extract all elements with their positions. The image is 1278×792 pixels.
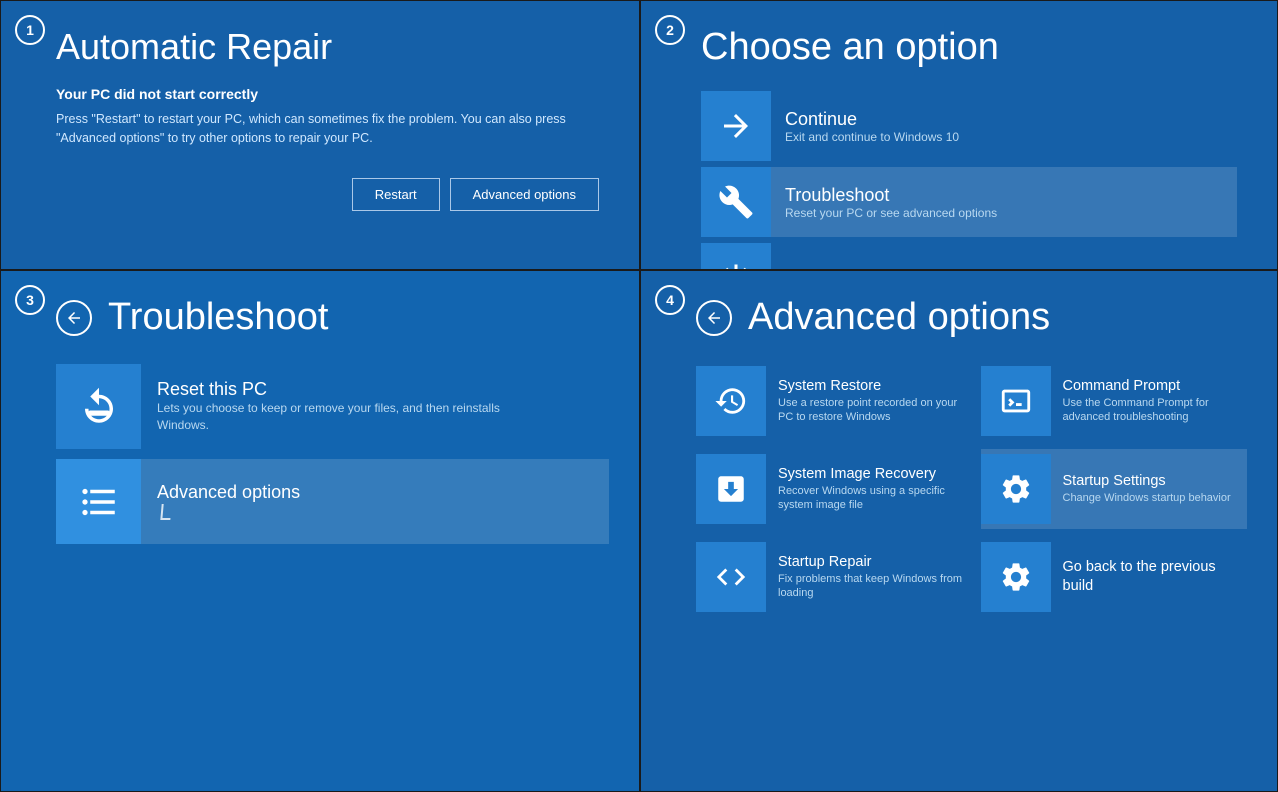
command-prompt-title: Command Prompt: [1063, 377, 1248, 396]
tile-startup-repair[interactable]: Startup Repair Fix problems that keep Wi…: [696, 537, 963, 617]
advanced-options-icon-box: [56, 459, 141, 544]
back-arrow-icon-3: [65, 309, 83, 327]
go-back-title: Go back to the previous build: [1063, 558, 1248, 596]
go-back-text: Go back to the previous build: [1063, 558, 1248, 596]
tile-reset-pc[interactable]: Reset this PC Lets you choose to keep or…: [56, 364, 609, 449]
troubleshoot-icon-box: [701, 167, 771, 237]
step-badge-1: 1: [15, 15, 45, 45]
system-image-recovery-icon-box: [696, 454, 766, 524]
system-image-recovery-text: System Image Recovery Recover Windows us…: [778, 465, 963, 514]
gear2-icon: [999, 560, 1033, 594]
panel1-buttons: Restart Advanced options: [56, 178, 609, 211]
cursor-indicator: [160, 504, 171, 520]
turnoff-icon-box: [701, 243, 771, 270]
cmd-icon: [999, 384, 1033, 418]
troubleshoot-text: Troubleshoot Reset your PC or see advanc…: [785, 185, 997, 220]
tile-system-image-recovery[interactable]: System Image Recovery Recover Windows us…: [696, 449, 963, 529]
advanced-options-text: Advanced options: [157, 482, 300, 521]
panel-troubleshoot: 3 Troubleshoot Reset this PC Lets you ch…: [0, 270, 640, 792]
command-prompt-desc: Use the Command Prompt for advanced trou…: [1063, 396, 1248, 426]
command-prompt-icon-box: [981, 366, 1051, 436]
power-icon: [718, 260, 754, 270]
option-continue[interactable]: Continue Exit and continue to Windows 10: [701, 91, 1237, 161]
restart-button[interactable]: Restart: [352, 178, 440, 211]
panel-automatic-repair: 1 Automatic Repair Your PC did not start…: [0, 0, 640, 270]
panel1-subtitle: Your PC did not start correctly: [56, 86, 609, 102]
panel1-title: Automatic Repair: [56, 26, 609, 68]
option-turnoff[interactable]: Turn off your PC: [701, 243, 1237, 270]
panel-choose-option: 2 Choose an option Continue Exit and con…: [640, 0, 1278, 270]
startup-repair-desc: Fix problems that keep Windows from load…: [778, 572, 963, 602]
tile-go-back[interactable]: Go back to the previous build: [981, 537, 1248, 617]
startup-repair-icon-box: [696, 542, 766, 612]
arrow-right-icon: [718, 108, 754, 144]
startup-repair-title: Startup Repair: [778, 553, 963, 572]
reset-pc-desc: Lets you choose to keep or remove your f…: [157, 400, 517, 434]
system-image-recovery-title: System Image Recovery: [778, 465, 963, 484]
reset-pc-text: Reset this PC Lets you choose to keep or…: [157, 379, 517, 434]
system-restore-icon-box: [696, 366, 766, 436]
advanced-options-grid: System Restore Use a restore point recor…: [696, 361, 1247, 617]
startup-settings-text: Startup Settings Change Windows startup …: [1063, 472, 1231, 506]
advanced-options-button[interactable]: Advanced options: [450, 178, 599, 211]
reset-pc-icon-box: [56, 364, 141, 449]
tile-system-restore[interactable]: System Restore Use a restore point recor…: [696, 361, 963, 441]
advanced-options-title: Advanced options: [157, 482, 300, 503]
startup-settings-icon-box: [981, 454, 1051, 524]
startup-settings-desc: Change Windows startup behavior: [1063, 491, 1231, 506]
system-restore-title: System Restore: [778, 377, 963, 396]
tile-advanced-options[interactable]: Advanced options: [56, 459, 609, 544]
panel1-description: Press "Restart" to restart your PC, whic…: [56, 110, 606, 148]
panel-advanced-options: 4 Advanced options System Restore Use a …: [640, 270, 1278, 792]
startup-settings-title: Startup Settings: [1063, 472, 1231, 491]
system-image-recovery-desc: Recover Windows using a specific system …: [778, 484, 963, 514]
system-restore-desc: Use a restore point recorded on your PC …: [778, 396, 963, 426]
continue-desc: Exit and continue to Windows 10: [785, 130, 959, 144]
back-button-4[interactable]: [696, 300, 732, 336]
continue-title: Continue: [785, 109, 959, 130]
reset-icon: [78, 386, 120, 428]
back-button-3[interactable]: [56, 300, 92, 336]
restore-icon: [714, 384, 748, 418]
code-icon: [714, 560, 748, 594]
command-prompt-text: Command Prompt Use the Command Prompt fo…: [1063, 377, 1248, 426]
continue-text: Continue Exit and continue to Windows 10: [785, 109, 959, 144]
troubleshoot-desc: Reset your PC or see advanced options: [785, 206, 997, 220]
back-arrow-icon-4: [705, 309, 723, 327]
troubleshoot-title: Troubleshoot: [785, 185, 997, 206]
checklist-icon: [78, 481, 120, 523]
reset-pc-title: Reset this PC: [157, 379, 517, 400]
step-badge-4: 4: [655, 285, 685, 315]
panel3-header: Troubleshoot: [56, 296, 609, 339]
startup-repair-text: Startup Repair Fix problems that keep Wi…: [778, 553, 963, 602]
panel3-title: Troubleshoot: [108, 296, 328, 339]
panel4-header: Advanced options: [696, 296, 1247, 339]
tile-command-prompt[interactable]: Command Prompt Use the Command Prompt fo…: [981, 361, 1248, 441]
panel4-title: Advanced options: [748, 296, 1050, 339]
gear-icon: [999, 472, 1033, 506]
option-troubleshoot[interactable]: Troubleshoot Reset your PC or see advanc…: [701, 167, 1237, 237]
continue-icon-box: [701, 91, 771, 161]
go-back-icon-box: [981, 542, 1051, 612]
tools-icon: [718, 184, 754, 220]
tile-startup-settings[interactable]: Startup Settings Change Windows startup …: [981, 449, 1248, 529]
panel2-title: Choose an option: [701, 26, 1237, 69]
system-restore-text: System Restore Use a restore point recor…: [778, 377, 963, 426]
step-badge-2: 2: [655, 15, 685, 45]
step-badge-3: 3: [15, 285, 45, 315]
image-recovery-icon: [714, 472, 748, 506]
